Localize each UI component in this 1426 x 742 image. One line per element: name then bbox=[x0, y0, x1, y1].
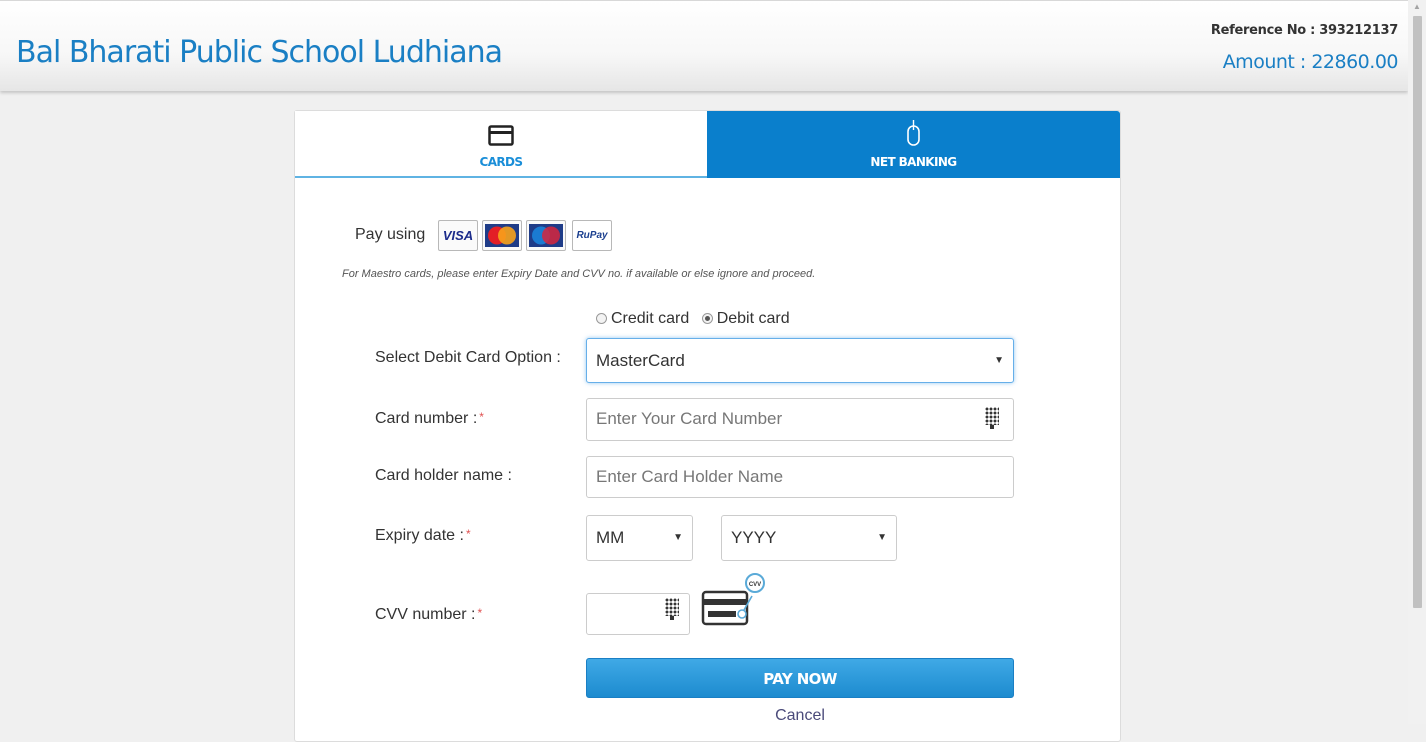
keypad-icon[interactable] bbox=[985, 407, 999, 429]
scroll-up-arrow-icon[interactable]: ▲ bbox=[1408, 0, 1426, 14]
keypad-icon[interactable] bbox=[665, 598, 679, 620]
tab-net-banking-label: NET BANKING bbox=[870, 155, 957, 169]
card-holder-label: Card holder name : bbox=[375, 467, 512, 484]
chevron-down-icon: ▼ bbox=[673, 532, 683, 543]
page-header: Bal Bharati Public School Ludhiana Refer… bbox=[0, 0, 1408, 91]
cvv-input[interactable] bbox=[586, 593, 690, 635]
mouse-icon bbox=[906, 120, 920, 146]
select-card-option-label: Select Debit Card Option : bbox=[375, 349, 561, 366]
expiry-month-select[interactable]: MM ▼ bbox=[586, 515, 693, 561]
expiry-year-select[interactable]: YYYY ▼ bbox=[721, 515, 897, 561]
debit-card-radio[interactable]: Debit card bbox=[701, 310, 790, 327]
maestro-note: For Maestro cards, please enter Expiry D… bbox=[342, 268, 816, 280]
rupay-logo: RuPay bbox=[572, 220, 612, 251]
tab-cards[interactable]: CARDS bbox=[295, 111, 707, 178]
card-holder-input[interactable]: Enter Card Holder Name bbox=[586, 456, 1014, 498]
card-number-input[interactable]: Enter Your Card Number bbox=[586, 398, 1014, 441]
pay-now-button[interactable]: PAY NOW bbox=[586, 658, 1014, 698]
chevron-down-icon: ▼ bbox=[994, 355, 1004, 366]
maestro-logo bbox=[526, 220, 566, 251]
expiry-date-label: Expiry date : * bbox=[375, 527, 471, 544]
cancel-link[interactable]: Cancel bbox=[586, 707, 1014, 725]
mastercard-logo bbox=[482, 220, 522, 251]
cvv-hint-card-icon: CVV bbox=[701, 573, 765, 626]
scroll-thumb[interactable] bbox=[1413, 16, 1422, 608]
card-number-label: Card number : * bbox=[375, 410, 484, 427]
tab-cards-label: CARDS bbox=[479, 155, 524, 169]
pay-using-label: Pay using bbox=[355, 226, 426, 243]
amount: Amount : 22860.00 bbox=[1222, 51, 1399, 73]
school-name: Bal Bharati Public School Ludhiana bbox=[16, 35, 503, 70]
chevron-down-icon: ▼ bbox=[877, 532, 887, 543]
vertical-scrollbar[interactable]: ▲ bbox=[1408, 0, 1426, 724]
card-option-select[interactable]: MasterCard ▼ bbox=[586, 338, 1014, 383]
cvv-badge-text: CVV bbox=[749, 582, 761, 588]
visa-logo: VISA bbox=[438, 220, 478, 251]
tab-net-banking[interactable]: NET BANKING bbox=[707, 111, 1120, 178]
reference-number: Reference No : 393212137 bbox=[1210, 23, 1398, 38]
card-type-radio-group: Credit card Debit card bbox=[596, 310, 790, 328]
credit-card-radio[interactable]: Credit card bbox=[596, 310, 689, 327]
cvv-label: CVV number : * bbox=[375, 606, 483, 623]
card-icon bbox=[488, 125, 514, 146]
